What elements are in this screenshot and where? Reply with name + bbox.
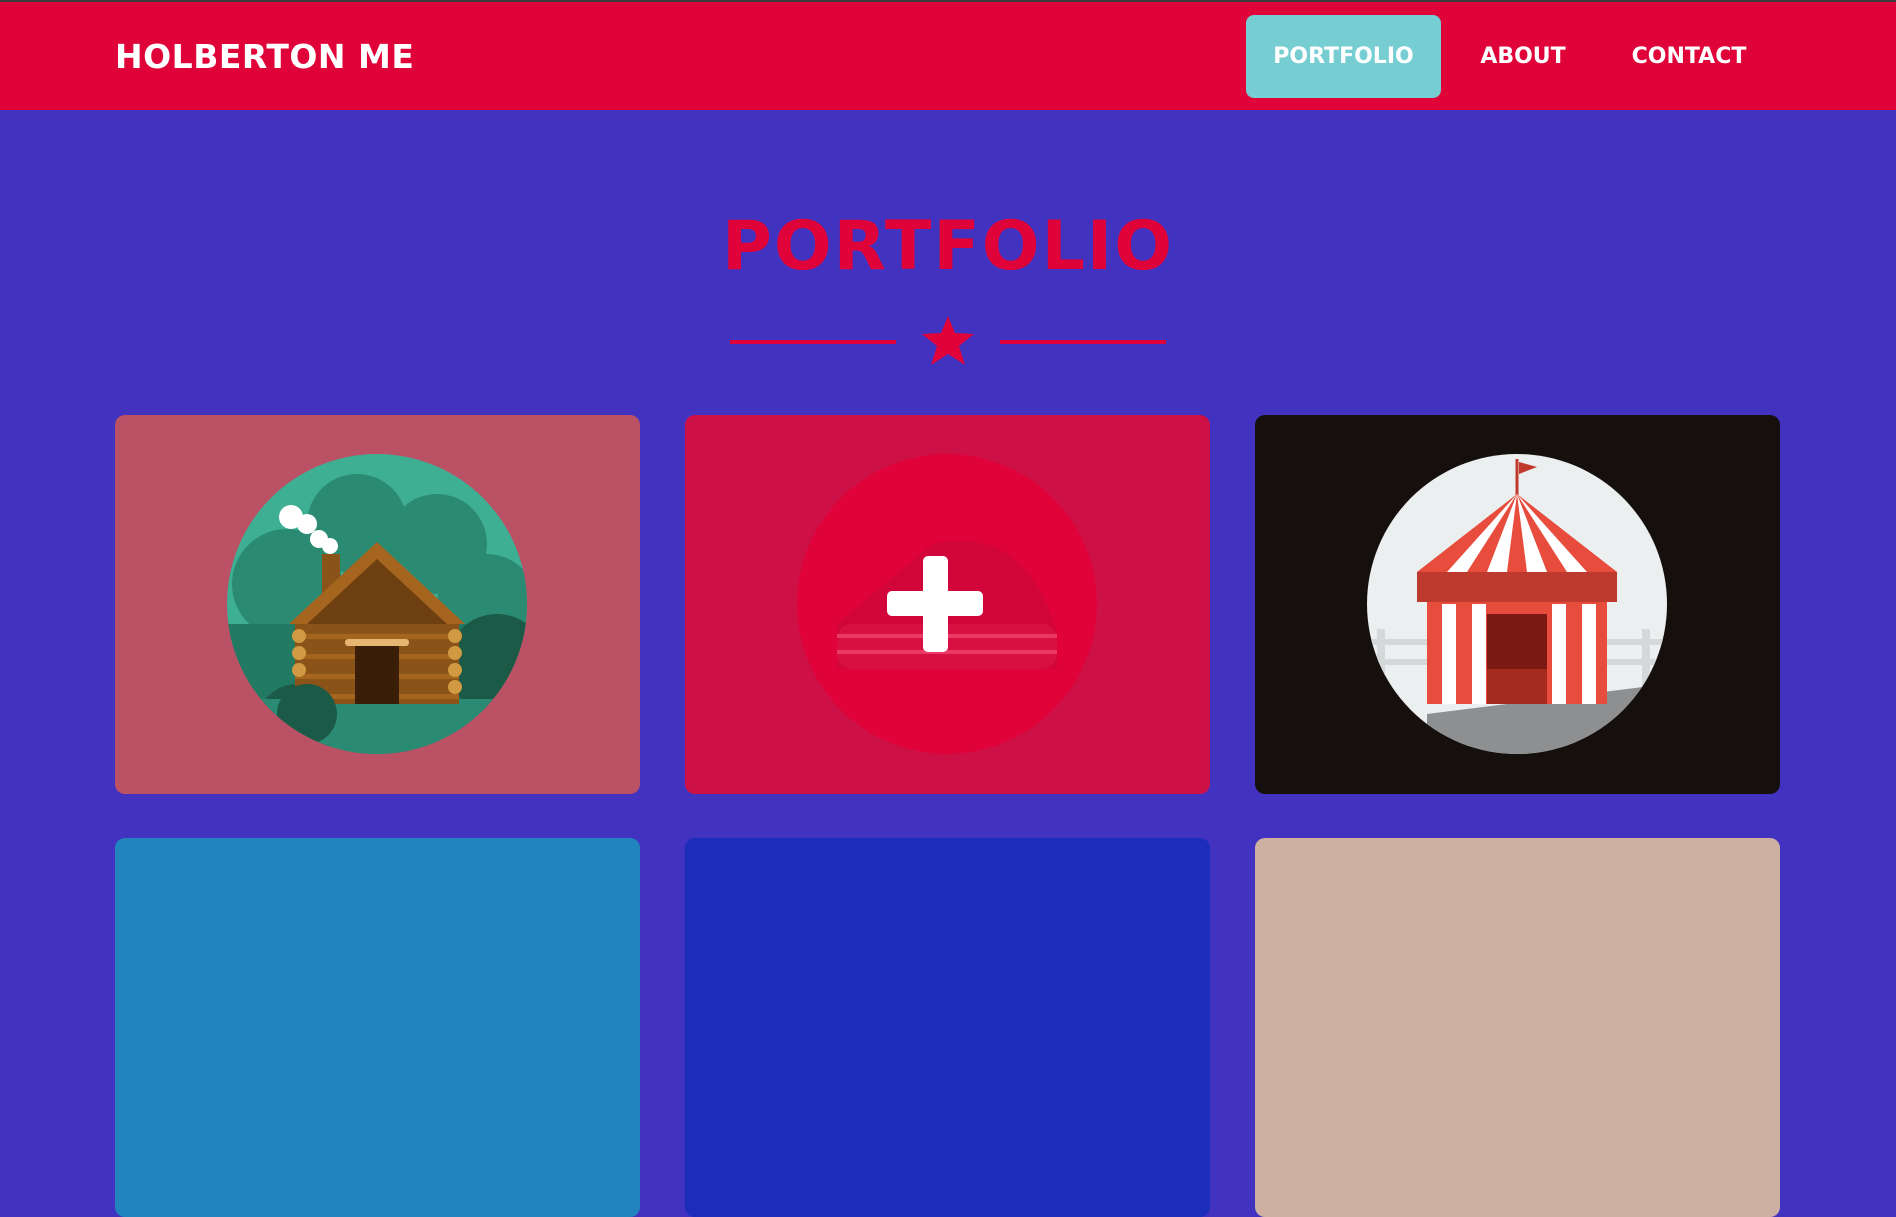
star-icon bbox=[922, 316, 974, 365]
portfolio-item-6[interactable] bbox=[1255, 838, 1780, 1217]
cake-icon bbox=[797, 454, 1097, 754]
log-cabin-icon bbox=[227, 454, 527, 754]
portfolio-item-circus[interactable] bbox=[1255, 415, 1780, 794]
brand-logo[interactable]: HOLBERTON ME bbox=[115, 37, 414, 76]
circus-tent-icon bbox=[1367, 454, 1667, 754]
portfolio-item-cake[interactable] bbox=[685, 415, 1210, 794]
nav-contact[interactable]: CONTACT bbox=[1610, 15, 1768, 98]
portfolio-item-4[interactable] bbox=[115, 838, 640, 1217]
portfolio-item-cabin[interactable] bbox=[115, 415, 640, 794]
nav-portfolio[interactable]: PORTFOLIO bbox=[1246, 15, 1441, 98]
nav-about[interactable]: ABOUT bbox=[1462, 15, 1584, 98]
title-divider bbox=[730, 316, 1166, 365]
navbar: HOLBERTON ME PORTFOLIO ABOUT CONTACT bbox=[0, 2, 1896, 110]
page-title: PORTFOLIO bbox=[721, 207, 1175, 286]
portfolio-item-5[interactable] bbox=[685, 838, 1210, 1217]
